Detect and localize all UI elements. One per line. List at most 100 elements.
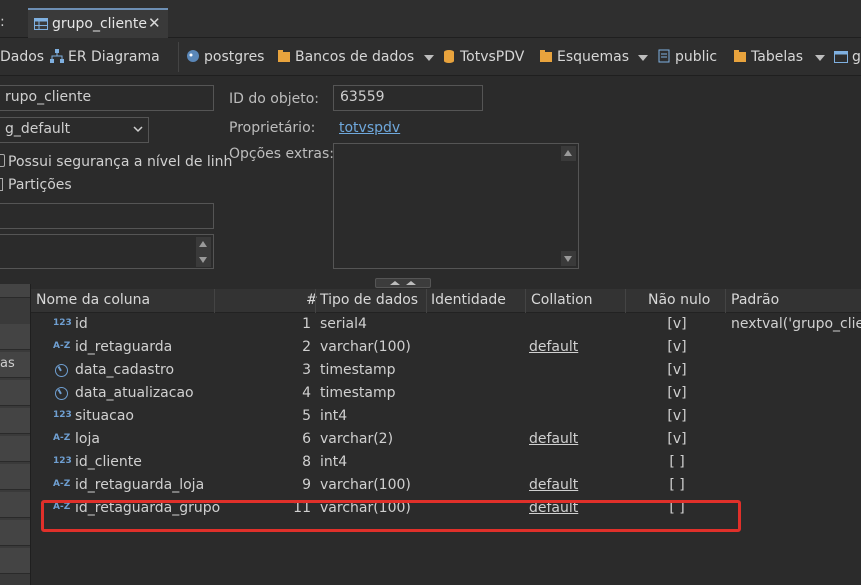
side-tab[interactable]	[0, 548, 30, 574]
chevron-down-icon[interactable]	[638, 55, 648, 61]
table-row[interactable]: A-Z id_retaguarda 2 varchar(100) default [v]	[31, 337, 861, 360]
column-not-null[interactable]: [v]	[661, 316, 693, 332]
tab-dados[interactable]: Dados	[0, 49, 44, 67]
extra-options-textarea[interactable]	[333, 143, 579, 269]
column-not-null[interactable]: [v]	[661, 385, 693, 401]
clock-icon	[55, 364, 68, 377]
header-divider	[426, 289, 427, 313]
column-name: id_cliente	[75, 454, 142, 470]
column-not-null[interactable]: [v]	[661, 408, 693, 424]
tablespace-select[interactable]: g_default	[0, 117, 149, 143]
table-row[interactable]: data_cadastro 3 timestamp [v]	[31, 360, 861, 383]
rls-checkbox[interactable]	[0, 154, 5, 167]
totvspdv-label: TotvsPDV	[460, 49, 525, 65]
text-field[interactable]	[0, 203, 214, 229]
connection-icon	[187, 50, 199, 62]
scroll-up-icon[interactable]	[196, 237, 211, 252]
column-collation[interactable]: default	[529, 477, 578, 493]
tab-grupo-cliente[interactable]: grupo_cliente ✕	[28, 8, 168, 39]
breadcrumb-totvspdv[interactable]: TotvsPDV	[442, 49, 524, 67]
header-column-name[interactable]: Nome da coluna	[36, 292, 150, 308]
scroll-up-icon[interactable]	[561, 146, 576, 161]
tablespace-value: g_default	[5, 121, 71, 137]
comment-textarea[interactable]	[0, 234, 214, 269]
column-number: 5	[302, 408, 311, 424]
header-default[interactable]: Padrão	[731, 292, 779, 308]
side-tab[interactable]	[0, 324, 30, 350]
header-divider	[725, 289, 726, 313]
close-icon[interactable]: ✕	[148, 14, 161, 32]
side-tab[interactable]: as	[0, 352, 30, 378]
breadcrumb-public[interactable]: public	[657, 49, 717, 67]
scroll-down-icon[interactable]	[561, 251, 576, 266]
table-row[interactable]: A-Z id_retaguarda_loja 9 varchar(100) defaul…	[31, 475, 861, 498]
column-number: 8	[302, 454, 311, 470]
header-identity[interactable]: Identidade	[431, 292, 506, 308]
table-header: Nome da coluna # Tipo de dados Identidad…	[31, 289, 861, 313]
chevron-down-icon[interactable]	[424, 55, 434, 61]
side-tab[interactable]	[0, 520, 30, 546]
side-tab[interactable]	[0, 408, 30, 434]
column-not-null[interactable]: [ ]	[661, 477, 693, 493]
header-divider	[625, 289, 626, 313]
table-row[interactable]: data_atualizacao 4 timestamp [v]	[31, 383, 861, 406]
chevron-down-icon[interactable]	[815, 55, 825, 61]
column-type: int4	[320, 454, 348, 470]
column-type: varchar(100)	[320, 477, 411, 493]
column-number: 3	[302, 362, 311, 378]
previous-tab-fragment[interactable]: :	[0, 14, 8, 34]
editor-tab-strip: : grupo_cliente ✕	[0, 0, 861, 39]
table-row[interactable]: 123 id 1 serial4 [v] nextval('grupo_clien	[31, 314, 861, 337]
clock-icon	[55, 387, 68, 400]
header-collation[interactable]: Collation	[531, 292, 593, 308]
breadcrumb-bancos[interactable]: Bancos de dados	[277, 49, 414, 67]
panel-splitter[interactable]	[375, 278, 431, 288]
numeric-type-icon: 123	[53, 456, 72, 466]
column-type: serial4	[320, 316, 367, 332]
numeric-type-icon: 123	[53, 410, 72, 420]
table-icon	[34, 18, 48, 30]
table-row[interactable]: A-Z loja 6 varchar(2) default [v]	[31, 429, 861, 452]
text-type-icon: A-Z	[53, 479, 71, 489]
column-not-null[interactable]: [v]	[661, 431, 693, 447]
er-diagrama-label: ER Diagrama	[68, 49, 160, 65]
breadcrumb-esquemas[interactable]: Esquemas	[539, 49, 629, 67]
side-tab[interactable]	[0, 284, 30, 298]
column-number: 1	[302, 316, 311, 332]
column-default: nextval('grupo_clien	[731, 316, 861, 332]
table-name-field[interactable]: rupo_cliente	[0, 85, 214, 111]
side-tab[interactable]	[0, 436, 30, 462]
header-data-type[interactable]: Tipo de dados	[320, 292, 418, 308]
column-type: varchar(2)	[320, 431, 394, 447]
scroll-down-icon[interactable]	[196, 252, 211, 267]
particoes-checkbox[interactable]	[0, 178, 3, 191]
side-tab[interactable]	[0, 380, 30, 406]
column-not-null[interactable]: [v]	[661, 362, 693, 378]
side-tab[interactable]	[0, 492, 30, 518]
object-id-field: 63559	[333, 85, 483, 111]
editor-side-tabs: as	[0, 284, 31, 585]
breadcrumb-grupo[interactable]: g	[834, 49, 861, 67]
table-row[interactable]: 123 situacao 5 int4 [v]	[31, 406, 861, 429]
postgres-label: postgres	[204, 49, 265, 65]
table-row[interactable]: 123 id_cliente 8 int4 [ ]	[31, 452, 861, 475]
column-type: timestamp	[320, 362, 396, 378]
header-not-null[interactable]: Não nulo	[648, 292, 710, 308]
column-name: id	[75, 316, 88, 332]
breadcrumb-tabelas[interactable]: Tabelas	[733, 49, 803, 67]
column-number: 9	[302, 477, 311, 493]
column-collation[interactable]: default	[529, 339, 578, 355]
column-not-null[interactable]: [v]	[661, 339, 693, 355]
schema-icon	[658, 49, 670, 63]
side-tab-label: as	[0, 356, 15, 371]
column-collation[interactable]: default	[529, 431, 578, 447]
column-not-null[interactable]: [ ]	[661, 454, 693, 470]
tab-er-diagrama[interactable]: ER Diagrama	[50, 49, 160, 67]
owner-label: Proprietário:	[229, 120, 316, 136]
breadcrumb-postgres[interactable]: postgres	[186, 49, 264, 67]
side-tab[interactable]	[0, 464, 30, 490]
tab-label: grupo_cliente	[52, 16, 148, 32]
owner-link[interactable]: totvspdv	[339, 120, 400, 136]
column-name: id_retaguarda_loja	[75, 477, 205, 493]
column-name: id_retaguarda	[75, 339, 173, 355]
